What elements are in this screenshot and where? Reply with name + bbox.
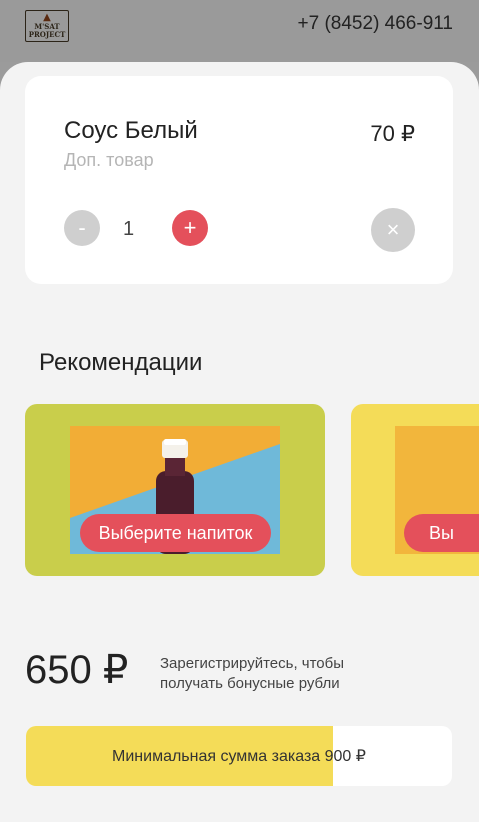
recommendation-card[interactable]: Выберите напиток: [25, 404, 325, 576]
min-order-label: Минимальная сумма заказа 900 ₽: [112, 748, 366, 765]
logo-text-line2: PROJECT: [28, 30, 66, 39]
recommendations-title: Рекомендации: [39, 349, 203, 376]
top-bar: ▲ M'SAT PROJECT +7 (8452) 466-911: [0, 0, 479, 62]
quantity-value: 1: [123, 218, 135, 240]
order-total: 650 ₽: [25, 648, 129, 692]
register-prompt-link[interactable]: Зарегистрируйтесь, чтобы получать бонусн…: [160, 654, 390, 694]
item-title: Соус Белый: [64, 117, 198, 144]
choose-drink-button[interactable]: Вы: [404, 514, 479, 552]
item-price: 70 ₽: [370, 121, 415, 146]
decrease-quantity-button[interactable]: -: [64, 210, 100, 246]
remove-item-button[interactable]: ×: [371, 208, 415, 252]
min-order-progress: Минимальная сумма заказа 900 ₽: [26, 726, 452, 786]
item-subtitle: Доп. товар: [64, 150, 154, 170]
recommendation-card[interactable]: Вы: [351, 404, 479, 576]
choose-drink-button[interactable]: Выберите напиток: [80, 514, 271, 552]
increase-quantity-button[interactable]: +: [172, 210, 208, 246]
phone-link[interactable]: +7 (8452) 466-911: [298, 13, 453, 35]
cart-item-card: Соус Белый Доп. товар 70 ₽ - 1 + ×: [25, 76, 453, 284]
brand-logo[interactable]: ▲ M'SAT PROJECT: [25, 10, 69, 42]
